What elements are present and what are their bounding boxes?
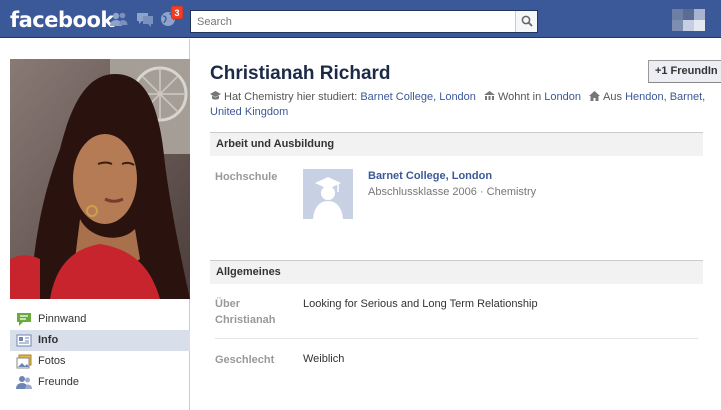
nav-label: Freunde (38, 376, 79, 388)
messages-icon[interactable] (136, 11, 154, 27)
about-label-line1: Über (215, 298, 241, 310)
from-prefix: Aus (603, 91, 623, 103)
separator-dot: · (479, 186, 484, 198)
search-icon (521, 15, 533, 27)
nav-item-freunde[interactable]: Freunde (10, 372, 190, 393)
user-avatar[interactable] (672, 9, 706, 31)
graduation-cap-icon (210, 91, 221, 101)
about-label-line2: Christianah (215, 314, 276, 326)
add-friend-button[interactable]: +1 FreundIn (648, 60, 721, 83)
section-heading-general: Allgemeines (210, 260, 703, 284)
search-box (190, 10, 538, 33)
main-content: Christianah Richard +1 FreundIn Hat Chemi… (210, 39, 721, 410)
add-friend-icon: +1 (655, 65, 668, 77)
notification-badge: 3 (171, 6, 183, 19)
wall-icon (16, 312, 32, 327)
nav-item-info[interactable]: Info (10, 330, 190, 351)
about-label: Über Christianah (215, 297, 276, 327)
search-input[interactable] (191, 11, 515, 32)
study-prefix: Hat Chemistry hier studiert: (224, 91, 358, 103)
lives-link[interactable]: London (544, 91, 581, 103)
search-button[interactable] (515, 11, 537, 32)
school-field-link[interactable]: Chemistry (487, 186, 537, 198)
info-icon (16, 333, 32, 348)
section-heading-work-education: Arbeit und Ausbildung (210, 132, 703, 156)
about-value: Looking for Serious and Long Term Relati… (303, 298, 538, 310)
nav-item-fotos[interactable]: Fotos (10, 351, 190, 372)
facebook-logo[interactable]: facebook (10, 8, 114, 32)
study-link[interactable]: Barnet College, London (360, 91, 476, 103)
gender-value: Weiblich (303, 353, 345, 365)
profile-facts: Hat Chemistry hier studiert: Barnet Coll… (210, 90, 710, 120)
profile-picture[interactable] (10, 59, 190, 299)
photos-icon (16, 354, 32, 369)
friend-requests-icon[interactable] (110, 11, 128, 27)
nav-label: Pinnwand (38, 313, 87, 325)
nav-item-pinnwand[interactable]: Pinnwand (10, 309, 190, 330)
top-bar: facebook 3 (0, 0, 721, 38)
gender-label: Geschlecht (215, 354, 275, 366)
row-divider (215, 338, 698, 339)
add-friend-label: FreundIn (670, 65, 718, 77)
school-year: Abschlussklasse 2006 (368, 186, 477, 198)
graduate-silhouette-icon (303, 169, 353, 219)
friends-icon (16, 375, 32, 390)
nav-label: Fotos (38, 355, 66, 367)
left-column: Pinnwand Info Fotos Freunde (0, 39, 190, 410)
nav-label: Info (38, 334, 59, 346)
school-placeholder-image[interactable] (303, 169, 353, 219)
school-details: Abschlussklasse 2006 · Chemistry (368, 186, 536, 198)
lives-prefix: Wohnt in (497, 91, 542, 103)
profile-name: Christianah Richard (210, 63, 391, 84)
building-icon (483, 91, 495, 101)
profile-nav: Pinnwand Info Fotos Freunde (10, 309, 190, 393)
home-icon (589, 91, 601, 101)
school-label: Hochschule (215, 171, 278, 183)
school-name-link[interactable]: Barnet College, London (368, 170, 492, 182)
